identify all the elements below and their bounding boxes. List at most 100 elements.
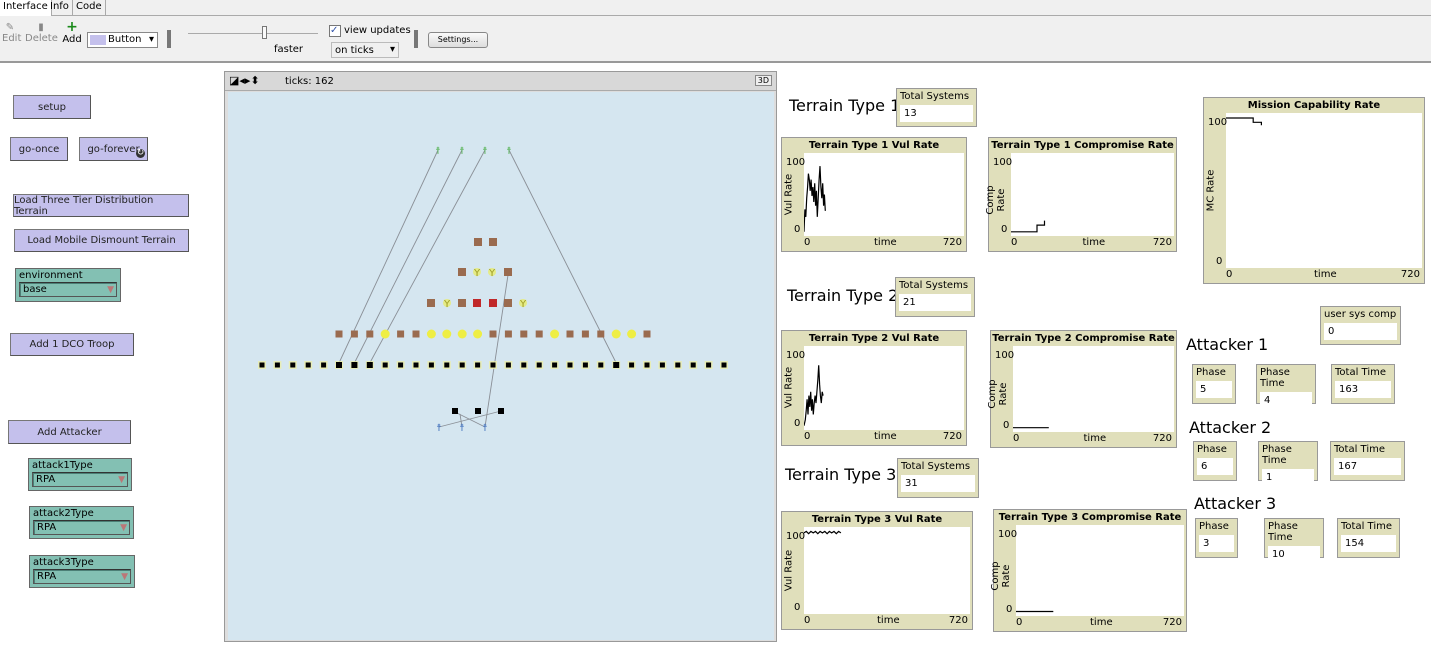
y-axis-label: MC Rate [1205, 169, 1217, 211]
view-controls-icon[interactable]: ◪◂▸⬍ [229, 74, 260, 87]
monitor-value: 154 [1341, 535, 1396, 552]
tab-info[interactable]: Info [47, 0, 73, 16]
edit-button[interactable]: ✎ Edit [2, 22, 21, 44]
go-forever-button[interactable]: go-forever ↻ [79, 137, 148, 161]
speed-label: faster [274, 44, 304, 55]
y-max-label: 100 [786, 531, 806, 542]
attack1-type-chooser[interactable]: attack1Type RPA ▼ [28, 458, 132, 491]
user-system-node [475, 362, 481, 368]
attacker-3-label: Attacker 3 [1194, 494, 1277, 513]
tab-code[interactable]: Code [73, 0, 106, 16]
brown-system-node [566, 330, 574, 338]
trash-icon: ▮ [38, 22, 44, 33]
brown-system-node [412, 330, 420, 338]
monitor-label: Total Time [1341, 521, 1393, 532]
plot-title: Terrain Type 2 Compromise Rate [992, 333, 1175, 344]
y-min-label: 0 [794, 602, 801, 613]
plus-icon: + [66, 19, 78, 35]
add-button[interactable]: + Add [62, 20, 82, 45]
chooser-label: attack3Type [33, 557, 94, 568]
monitor-value: 167 [1334, 458, 1401, 475]
setup-button[interactable]: setup [13, 95, 91, 119]
server-box [504, 268, 512, 276]
dropdown-triangle-icon: ▼ [120, 522, 127, 533]
monitor-label: Phase Time [1262, 444, 1292, 466]
brown-system-node [535, 330, 543, 338]
plot-canvas [803, 166, 826, 232]
add-attacker-button[interactable]: Add Attacker [8, 420, 131, 444]
attack-target-node [498, 408, 504, 414]
go-once-button[interactable]: go-once [10, 137, 68, 161]
monitor-label: Phase [1197, 444, 1227, 455]
server-box [489, 238, 497, 246]
antenna-glow [488, 268, 496, 276]
speed-slider[interactable] [188, 33, 318, 34]
terrain-2-label: Terrain Type 2 [787, 286, 899, 305]
user-system-node [690, 362, 696, 368]
dropdown-triangle-icon: ▼ [118, 474, 125, 485]
x-axis-label: time [1314, 269, 1337, 280]
plot-series-line [1226, 117, 1263, 126]
separator [414, 30, 418, 48]
plot-area [803, 153, 964, 236]
y-min-label: 0 [794, 224, 801, 235]
3d-view-button[interactable]: 3D [754, 75, 772, 86]
separator [167, 30, 171, 48]
plot-t2-comp: Terrain Type 2 Compromise Rate 100 0 0 7… [987, 330, 1177, 448]
attacker-3-total-time-monitor: Total Time 154 [1337, 518, 1400, 558]
monitor-label: Phase Time [1260, 367, 1290, 389]
update-mode-select[interactable]: on ticks ▾ [331, 42, 399, 58]
plot-area [803, 346, 964, 430]
x-axis-label: time [877, 615, 900, 626]
server-box [473, 299, 481, 307]
user-system-node [382, 362, 388, 368]
world-view: ◪◂▸⬍ ticks: 162 3D ☨☨☨☨YYYY☨☨☨ [224, 71, 777, 642]
green-troop-icon: ☨ [435, 146, 440, 157]
load-three-tier-button[interactable]: Load Three Tier Distribution Terrain [13, 194, 189, 217]
plot-canvas [1011, 220, 1046, 233]
plot-t3-comp: Terrain Type 3 Compromise Rate 100 0 0 7… [990, 509, 1187, 632]
load-mobile-dismount-button[interactable]: Load Mobile Dismount Terrain [14, 229, 189, 252]
view-updates-checkbox[interactable]: ✓ [329, 25, 341, 37]
environment-chooser[interactable]: environment base ▼ [15, 268, 121, 302]
brown-system-node [397, 330, 405, 338]
plot-t1-comp: Terrain Type 1 Compromise Rate 100 0 0 7… [985, 137, 1177, 252]
y-axis-label: Comp Rate [990, 560, 1012, 591]
attack3-type-chooser[interactable]: attack3Type RPA ▼ [29, 555, 135, 588]
terrain-2-total-monitor: Total Systems 21 [895, 277, 975, 317]
delete-button[interactable]: ▮ Delete [25, 22, 58, 44]
settings-button[interactable]: Settings... [428, 32, 488, 48]
yellow-system-node [426, 329, 436, 339]
x-max-label: 720 [1152, 237, 1172, 248]
user-system-node [321, 362, 327, 368]
monitor-label: Phase [1196, 367, 1226, 378]
plot-t3-vul: Terrain Type 3 Vul Rate 100 0 0 720 time… [781, 511, 973, 630]
attack2-type-chooser[interactable]: attack2Type RPA ▼ [29, 506, 134, 539]
world-canvas[interactable]: ☨☨☨☨YYYY☨☨☨ [228, 92, 774, 640]
plot-title: Terrain Type 2 Vul Rate [808, 333, 940, 344]
plot-area [1226, 113, 1422, 268]
x-min-label: 0 [1013, 433, 1020, 444]
tab-interface[interactable]: Interface [0, 0, 52, 16]
user-system-node [444, 362, 450, 368]
user-system-node [552, 362, 558, 368]
x-axis-label: time [1083, 433, 1107, 444]
user-system-node [505, 362, 511, 368]
monitor-label: Total Systems [900, 91, 970, 102]
green-troop-icon: ☨ [459, 146, 464, 157]
user-system-node [567, 362, 573, 368]
plot-canvas [803, 530, 842, 535]
speed-slider-handle[interactable] [262, 26, 267, 39]
attacker-3-phase-monitor: Phase 3 [1195, 518, 1238, 558]
user-system-node [413, 362, 419, 368]
tab-bar: Interface Info Code [0, 0, 1431, 16]
add-dco-troop-button[interactable]: Add 1 DCO Troop [10, 333, 134, 356]
plot-series-line [1011, 220, 1046, 233]
brown-system-node [350, 330, 358, 338]
brown-system-node [335, 330, 343, 338]
user-sys-comp-monitor: user sys comp 0 [1320, 306, 1401, 345]
widget-type-select[interactable]: Button ▾ [87, 32, 158, 48]
plot-series-line [803, 530, 842, 535]
plot-t1-vul: Terrain Type 1 Vul Rate 100 0 0 720 time… [781, 137, 967, 252]
monitor-value: 0 [1324, 323, 1397, 340]
